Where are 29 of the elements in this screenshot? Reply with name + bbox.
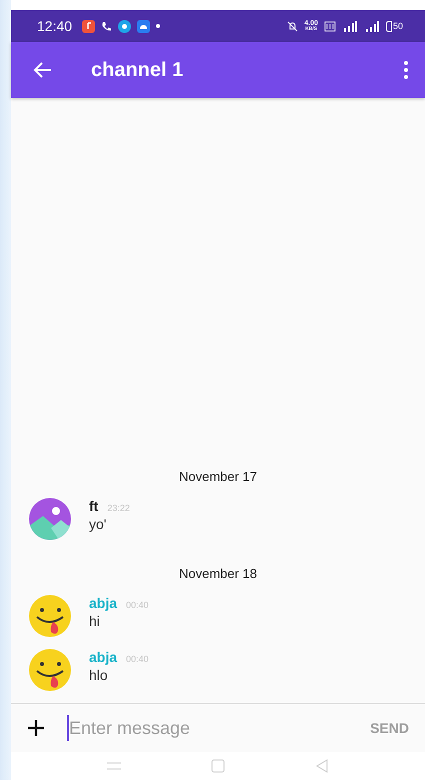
message-author: abja: [89, 649, 118, 665]
cloud-icon: [137, 20, 150, 32]
status-time: 12:40: [37, 18, 72, 34]
phone-icon: [101, 20, 112, 32]
date-divider: November 18: [178, 566, 258, 581]
avatar-icon: [29, 498, 71, 540]
chat-icon: [118, 20, 132, 32]
message-input[interactable]: Enter message: [67, 715, 342, 741]
message-text: hi: [89, 613, 101, 629]
send-button[interactable]: SEND: [364, 719, 415, 737]
message-author: abja: [89, 595, 118, 611]
message-author: ft: [89, 498, 98, 514]
date-divider: November 17: [178, 469, 258, 484]
message-text: hlo: [89, 667, 109, 683]
bell-off-icon: [287, 20, 298, 32]
more-options-button[interactable]: [403, 60, 409, 80]
dot-icon: [156, 24, 160, 28]
signal-icon: [364, 20, 380, 32]
battery-icon: [386, 20, 392, 32]
emoji-icon: [29, 649, 71, 691]
emoji-icon: [29, 595, 71, 637]
volte-icon: [324, 20, 336, 32]
music-app-icon: [82, 20, 96, 32]
message-text: yo': [89, 516, 108, 532]
add-button[interactable]: [27, 719, 45, 737]
back-button[interactable]: [33, 60, 53, 80]
battery-level: 50: [392, 21, 403, 31]
signal-icon: [342, 20, 358, 32]
chat-title: channel 1: [91, 58, 184, 82]
